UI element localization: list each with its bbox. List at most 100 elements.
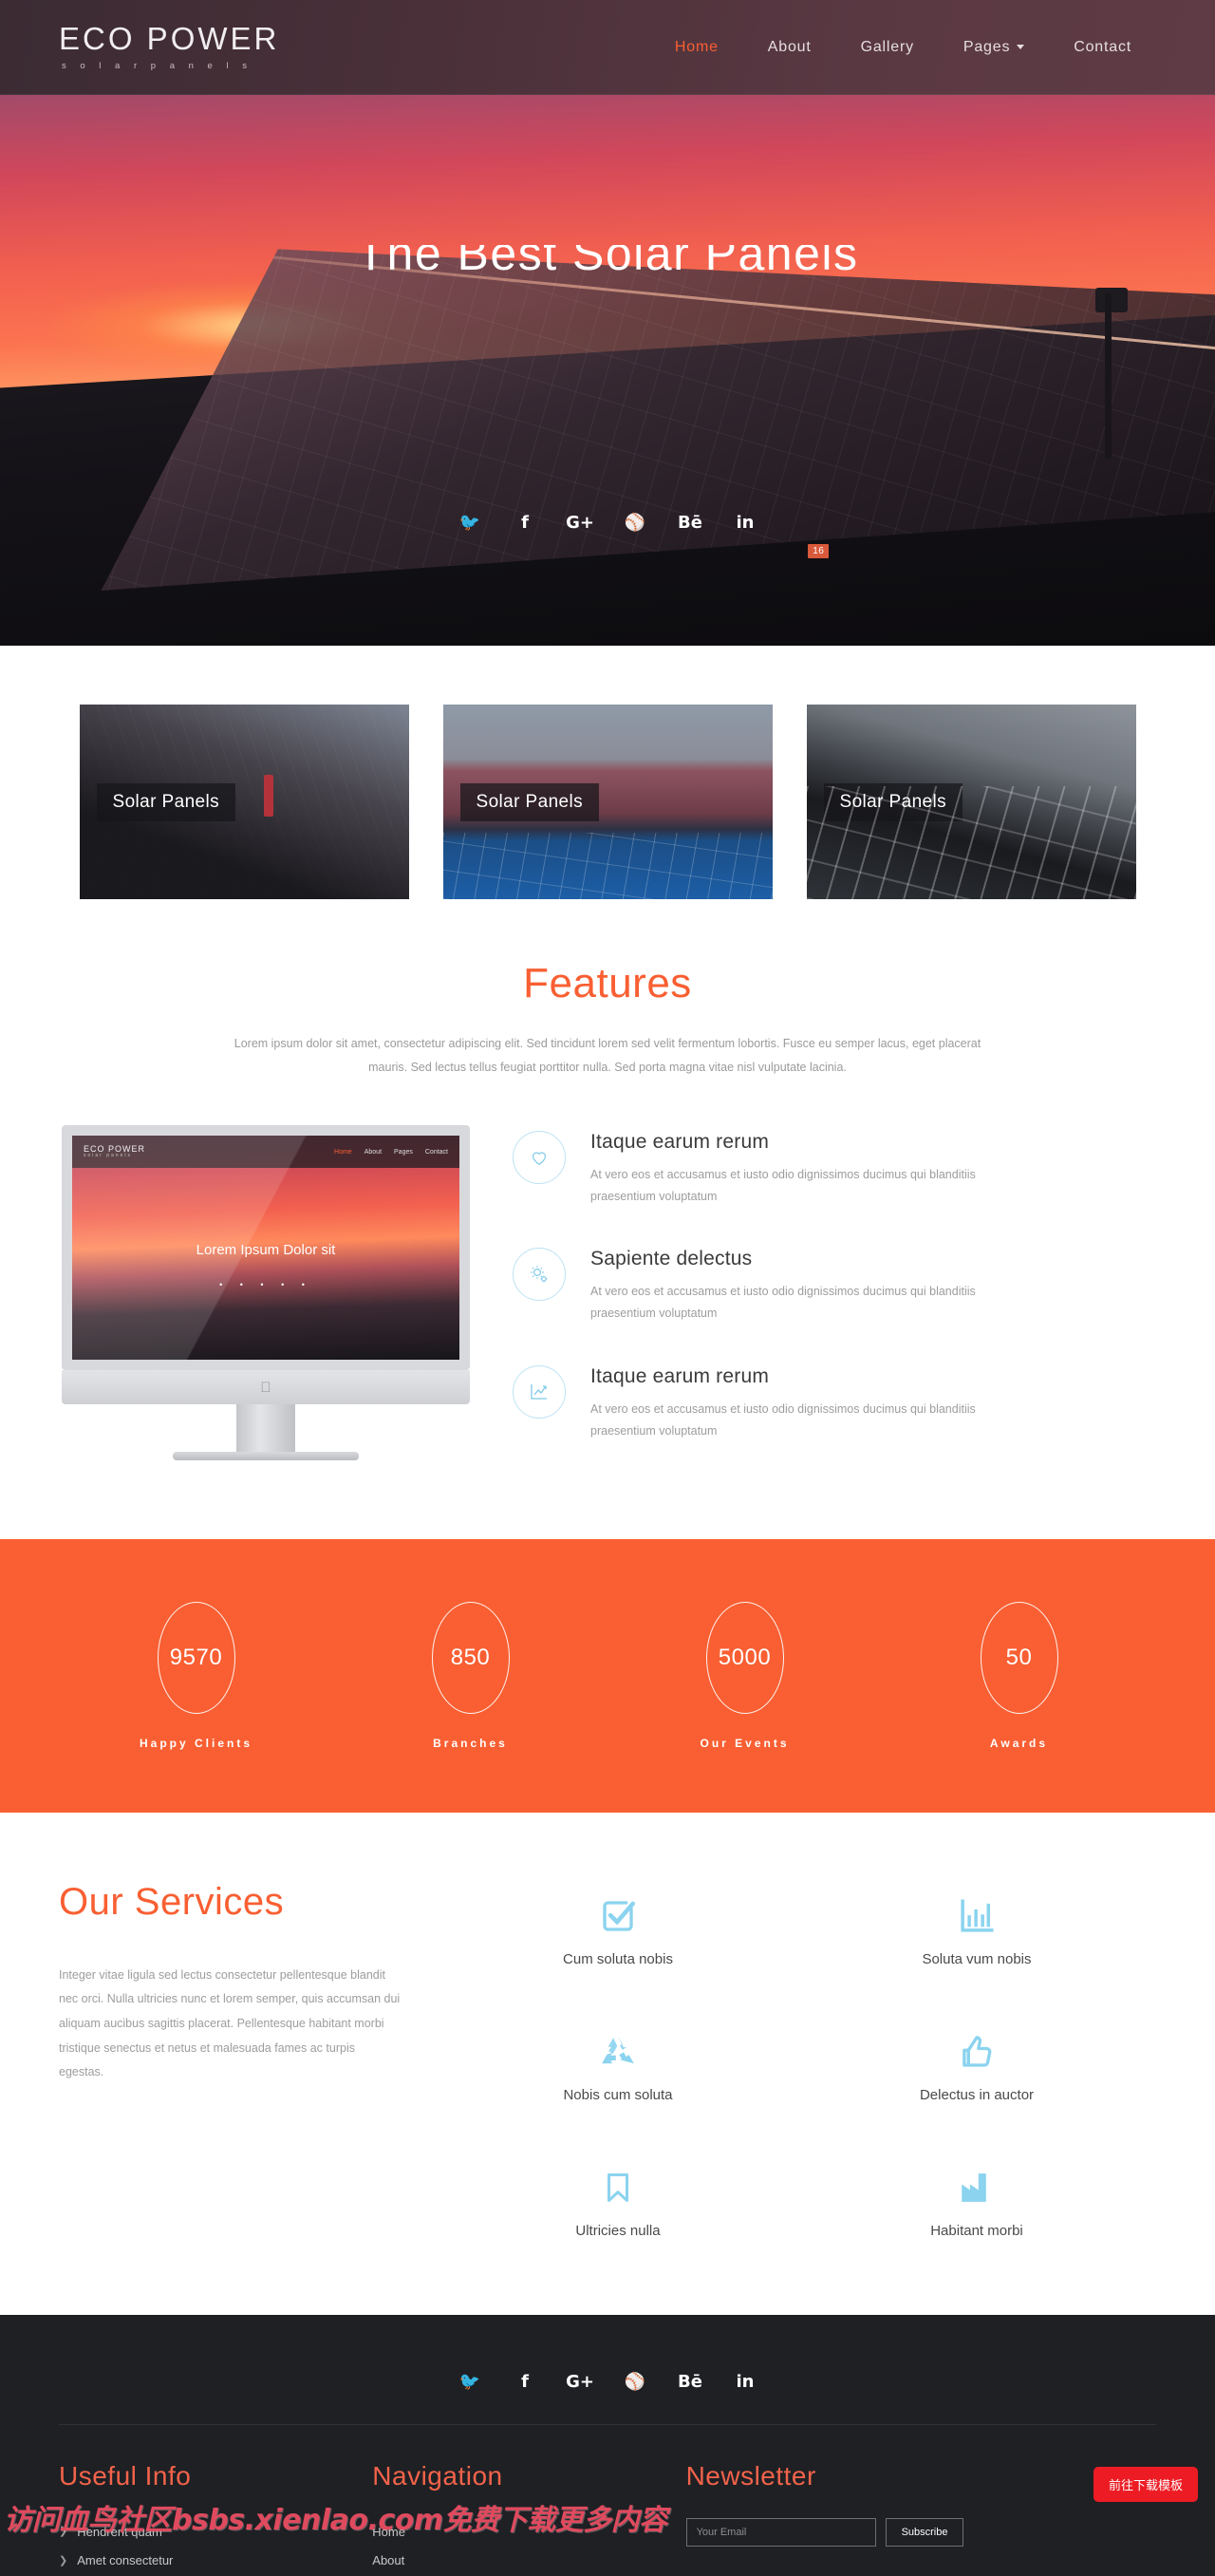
footer-social-links: 🐦 f G+ ⚾ Bē in bbox=[59, 2353, 1156, 2424]
stat-circle: 50 bbox=[980, 1601, 1058, 1714]
footer-link-label: Amet consectetur bbox=[77, 2553, 174, 2568]
dribbble-icon[interactable]: ⚾ bbox=[608, 2372, 663, 2392]
service-item[interactable]: Ultricies nulla bbox=[439, 2153, 797, 2239]
google-plus-icon[interactable]: G+ bbox=[552, 2372, 608, 2392]
screen-reflection bbox=[72, 1136, 459, 1360]
newsletter-form: Subscribe bbox=[685, 2517, 1156, 2547]
footer-column-title: Useful Info bbox=[59, 2460, 192, 2491]
footer-link[interactable]: About bbox=[372, 2547, 685, 2576]
hero-banner: 16 The Best Solar Panels 🐦 f G+ ⚾ Bē in bbox=[0, 95, 1215, 646]
bar-chart-icon bbox=[797, 1881, 1156, 1936]
service-label: Delectus in auctor bbox=[919, 2086, 1035, 2103]
imac-stand-neck bbox=[236, 1404, 295, 1452]
chevron-down-icon bbox=[1017, 45, 1025, 49]
feature-item: Itaque earum rerum At vero eos et accusa… bbox=[513, 1364, 1158, 1442]
service-item[interactable]: Nobis cum soluta bbox=[439, 2017, 797, 2103]
stat-awards: 50 Awards bbox=[882, 1601, 1156, 1750]
hero-title-text: The Best Solar Panels bbox=[356, 245, 859, 279]
nav-item-home[interactable]: Home bbox=[650, 39, 743, 56]
site-header: ECO POWER s o l a r p a n e l s Home Abo… bbox=[0, 0, 1215, 95]
footer-link[interactable]: Home bbox=[372, 2518, 685, 2548]
check-square-icon bbox=[439, 1881, 797, 1936]
gallery-thumbnail-caption: Solar Panels bbox=[96, 782, 236, 821]
service-item[interactable]: Cum soluta nobis bbox=[439, 1881, 797, 1967]
gallery-thumbnail-caption: Solar Panels bbox=[459, 782, 600, 821]
footer-column-title: Newsletter bbox=[685, 2460, 816, 2491]
footer-columns: Useful Info ❯ Hendrerit quam ❯ Amet consec… bbox=[59, 2425, 1156, 2576]
footer-link[interactable]: ❯ Amet consectetur bbox=[59, 2547, 372, 2576]
services-grid: Cum soluta nobis Soluta vum nobis Nobis … bbox=[401, 1881, 1156, 2239]
google-plus-icon[interactable]: G+ bbox=[552, 513, 608, 533]
linkedin-icon[interactable]: in bbox=[718, 2372, 773, 2392]
nav-item-about[interactable]: About bbox=[743, 39, 836, 56]
twitter-icon[interactable]: 🐦 bbox=[442, 2372, 497, 2392]
brand-logo[interactable]: ECO POWER s o l a r p a n e l s bbox=[59, 23, 279, 71]
thumbs-up-icon bbox=[797, 2017, 1156, 2072]
footer-column-useful-info: Useful Info ❯ Hendrerit quam ❯ Amet consec… bbox=[59, 2461, 372, 2576]
service-item[interactable]: Habitant morbi bbox=[797, 2153, 1156, 2239]
stat-circle: 9570 bbox=[157, 1601, 235, 1714]
linkedin-icon[interactable]: in bbox=[718, 513, 773, 533]
facebook-icon[interactable]: f bbox=[497, 513, 552, 533]
services-section: Our Services Integer vitae ligula sed le… bbox=[0, 1812, 1215, 2315]
statistics-section: 9570 Happy Clients 850 Branches 5000 Our… bbox=[0, 1538, 1215, 1813]
service-label: Cum soluta nobis bbox=[563, 1950, 673, 1967]
stat-label: Branches bbox=[433, 1736, 508, 1750]
nav-item-gallery[interactable]: Gallery bbox=[836, 39, 939, 56]
behance-icon[interactable]: Bē bbox=[663, 2372, 718, 2392]
features-body: ECO POWERsolar panels Home About Pages C… bbox=[0, 1080, 1215, 1482]
gallery-thumbnail[interactable]: Solar Panels bbox=[442, 705, 773, 899]
stat-label: Our Events bbox=[700, 1736, 790, 1750]
footer-column-newsletter: Newsletter Subscribe bbox=[685, 2460, 1156, 2576]
stat-circle: 5000 bbox=[705, 1601, 784, 1714]
nav-item-contact[interactable]: Contact bbox=[1049, 39, 1156, 56]
feature-text: At vero eos et accusamus et iusto odio d… bbox=[590, 1285, 976, 1321]
hero-marker-badge: 16 bbox=[808, 543, 830, 558]
hero-social-links: 🐦 f G+ ⚾ Bē in bbox=[0, 513, 1215, 533]
hero-pole bbox=[1105, 292, 1112, 459]
facebook-icon[interactable]: f bbox=[497, 2372, 552, 2392]
feature-title: Sapiente delectus bbox=[590, 1248, 753, 1270]
feature-title: Itaque earum rerum bbox=[590, 1131, 770, 1153]
gears-icon bbox=[513, 1248, 566, 1302]
service-label: Soluta vum nobis bbox=[922, 1950, 1032, 1967]
service-item[interactable]: Soluta vum nobis bbox=[797, 1881, 1156, 1967]
nav-item-pages[interactable]: Pages bbox=[939, 39, 1049, 56]
dribbble-icon[interactable]: ⚾ bbox=[608, 513, 663, 533]
stat-label: Happy Clients bbox=[139, 1736, 252, 1750]
services-intro: Our Services Integer vitae ligula sed le… bbox=[59, 1881, 401, 2239]
stat-value: 50 bbox=[1005, 1644, 1033, 1670]
imac-mockup: ECO POWERsolar panels Home About Pages C… bbox=[57, 1125, 475, 1482]
stat-label: Awards bbox=[989, 1736, 1049, 1750]
recycle-icon bbox=[439, 2017, 797, 2072]
heart-icon bbox=[513, 1131, 566, 1184]
main-navigation: Home About Gallery Pages Contact bbox=[650, 39, 1156, 56]
imac-screen: ECO POWERsolar panels Home About Pages C… bbox=[62, 1125, 470, 1370]
feature-text: At vero eos et accusamus et iusto odio d… bbox=[590, 1168, 976, 1204]
service-item[interactable]: Delectus in auctor bbox=[797, 2017, 1156, 2103]
gallery-thumbnail-strip: Solar Panels Solar Panels Solar Panels bbox=[0, 646, 1215, 954]
behance-icon[interactable]: Bē bbox=[663, 513, 718, 533]
stat-circle: 850 bbox=[431, 1601, 510, 1714]
line-chart-icon bbox=[513, 1364, 566, 1419]
stat-value: 850 bbox=[450, 1644, 491, 1670]
brand-title: ECO POWER bbox=[59, 21, 280, 56]
twitter-icon[interactable]: 🐦 bbox=[442, 513, 497, 533]
stat-happy-clients: 9570 Happy Clients bbox=[59, 1601, 333, 1750]
site-footer: 🐦 f G+ ⚾ Bē in Useful Info ❯ Hendrerit qu… bbox=[0, 2314, 1215, 2576]
chevron-right-icon: ❯ bbox=[59, 2526, 68, 2538]
feature-item: Itaque earum rerum At vero eos et accusa… bbox=[513, 1131, 1158, 1208]
imac-stand-foot bbox=[173, 1452, 359, 1460]
gallery-thumbnail[interactable]: Solar Panels bbox=[79, 705, 409, 899]
subscribe-button[interactable]: Subscribe bbox=[885, 2517, 964, 2547]
stat-value: 5000 bbox=[718, 1644, 772, 1670]
footer-link[interactable]: ❯ Hendrerit quam bbox=[59, 2518, 372, 2548]
bookmark-icon bbox=[439, 2153, 797, 2208]
services-title: Our Services bbox=[59, 1880, 285, 1923]
email-input[interactable] bbox=[685, 2517, 876, 2547]
imac-chin:  bbox=[62, 1370, 470, 1404]
chevron-right-icon: ❯ bbox=[59, 2554, 68, 2567]
download-template-button[interactable]: 前往下载模板 bbox=[1093, 2466, 1198, 2502]
gallery-thumbnail[interactable]: Solar Panels bbox=[806, 705, 1136, 899]
features-lead-text: Lorem ipsum dolor sit amet, consectetur … bbox=[234, 1037, 981, 1074]
